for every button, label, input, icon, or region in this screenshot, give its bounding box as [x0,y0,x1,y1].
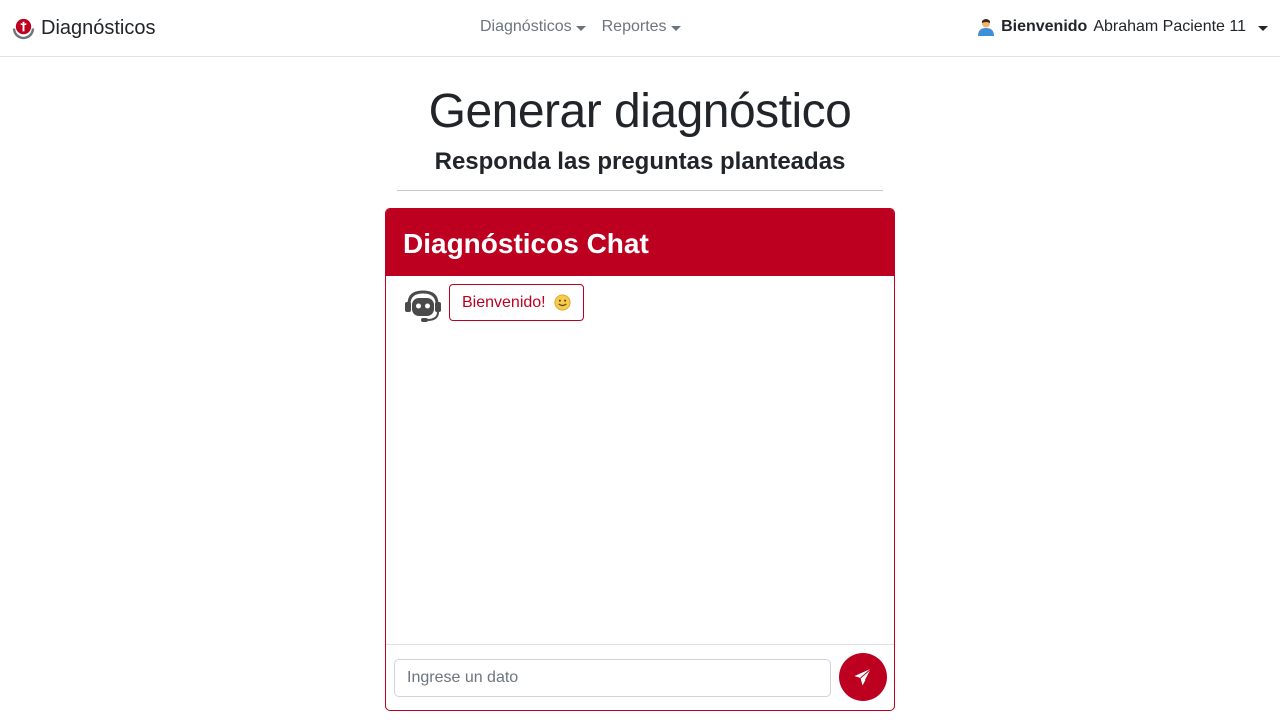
chat-header: Diagnósticos Chat [386,209,894,276]
message-text: Bienvenido! [462,293,546,311]
caret-down-icon [1258,25,1268,31]
caret-down-icon [575,25,586,31]
bot-message: Bienvenido! [403,284,584,324]
menu-diagnosticos[interactable]: Diagnósticos [480,18,586,36]
chat-messages[interactable]: Bienvenido! [386,276,894,644]
medical-hands-logo-icon [12,18,35,40]
send-button[interactable] [839,653,887,701]
user-greeting: Bienvenido [1001,18,1088,35]
paper-plane-icon [854,668,872,686]
robot-headset-icon [405,290,441,322]
menu-reportes-label: Reportes [601,18,667,35]
heading-divider [397,190,883,191]
brand-label: Diagnósticos [41,17,156,39]
message-bubble: Bienvenido! [449,284,584,321]
menu-diagnosticos-label: Diagnósticos [480,18,572,35]
chat-card: Diagnósticos Chat Bienvenido! [385,208,895,711]
smile-emoji-icon [554,294,571,311]
brand-link[interactable]: Diagnósticos [12,17,156,40]
main-menu: Diagnósticos Reportes [480,18,681,36]
top-navbar: Diagnósticos Diagnósticos Reportes Bienv… [0,0,1280,57]
caret-down-icon [670,25,681,31]
chat-footer [386,644,894,710]
user-menu[interactable]: Bienvenido Abraham Paciente 11 [977,18,1268,36]
page-title: Generar diagnóstico [428,85,852,138]
chat-input[interactable] [394,659,831,697]
user-name: Abraham Paciente 11 [1093,18,1246,35]
menu-reportes[interactable]: Reportes [602,18,681,36]
user-avatar-icon [978,19,995,36]
page-subtitle: Responda las preguntas planteadas [434,148,846,175]
